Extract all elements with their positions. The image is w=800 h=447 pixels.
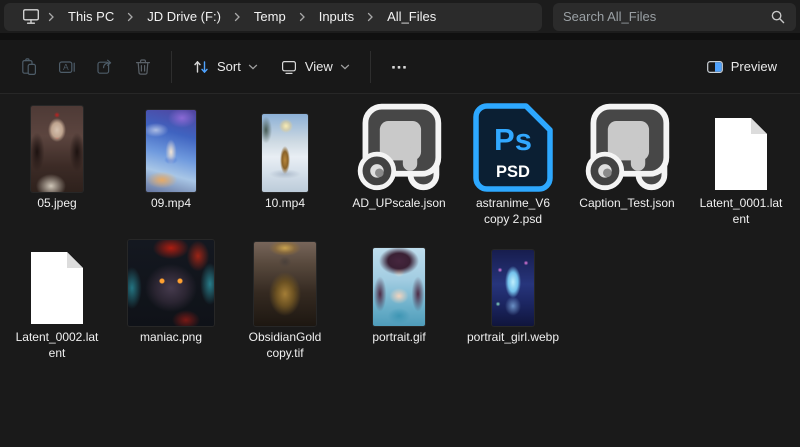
- monitor-icon: [22, 8, 40, 25]
- chevron-down-icon: [340, 64, 350, 70]
- image-thumbnail: [254, 242, 316, 326]
- thumbnail-box: [373, 232, 425, 326]
- thumbnail-box: Ps PSD: [473, 98, 553, 192]
- view-button[interactable]: View: [269, 49, 361, 85]
- breadcrumb-item-this-pc[interactable]: This PC: [57, 6, 125, 27]
- paste-icon: [20, 58, 38, 76]
- thumbnail-box: [262, 98, 308, 192]
- file-name: astranime_V6 copy 2.psd: [473, 195, 553, 227]
- chevron-right-icon: [299, 12, 306, 22]
- image-thumbnail: [373, 248, 425, 326]
- json-app-icon: [579, 98, 675, 192]
- thumbnail-box: [579, 98, 675, 192]
- file-item-09-mp4[interactable]: 09.mp4: [114, 98, 228, 232]
- sort-icon: [192, 58, 210, 76]
- view-icon: [280, 58, 298, 76]
- trash-icon: [134, 58, 152, 76]
- svg-text:PSD: PSD: [496, 163, 530, 181]
- preview-toggle-button[interactable]: Preview: [695, 49, 788, 85]
- command-bar: A: [0, 40, 800, 94]
- chevron-down-icon: [248, 64, 258, 70]
- ellipsis-icon: [390, 58, 408, 76]
- search-input[interactable]: [563, 9, 770, 24]
- file-item-astranime-psd[interactable]: Ps PSD astranime_V6 copy 2.psd: [456, 98, 570, 232]
- share-icon: [96, 58, 114, 76]
- video-thumbnail: [146, 110, 196, 192]
- file-item-ad-upscale-json[interactable]: AD_UPscale.json: [342, 98, 456, 232]
- chevron-right-icon: [48, 12, 55, 22]
- chevron-right-icon: [127, 12, 134, 22]
- breadcrumb-item-temp[interactable]: Temp: [243, 6, 297, 27]
- preview-pane-icon: [706, 58, 724, 76]
- file-row: 05.jpeg 09.mp4 10.mp4: [0, 98, 800, 232]
- thumbnail-box: [254, 232, 316, 326]
- file-item-05-jpeg[interactable]: 05.jpeg: [0, 98, 114, 232]
- file-name: maniac.png: [140, 329, 202, 345]
- sort-button[interactable]: Sort: [181, 49, 269, 85]
- file-row: Latent_0002.latent maniac.png ObsidianGo…: [0, 232, 800, 366]
- thumbnail-box: [712, 98, 770, 192]
- image-thumbnail: [492, 250, 534, 326]
- breadcrumb: This PC JD Drive (F:) Temp Inputs All_Fi…: [4, 3, 542, 31]
- file-name: 05.jpeg: [37, 195, 76, 211]
- thumbnail-box: [351, 98, 447, 192]
- file-name: 09.mp4: [151, 195, 191, 211]
- svg-text:Ps: Ps: [494, 122, 532, 157]
- file-name: 10.mp4: [265, 195, 305, 211]
- thumbnail-box: [31, 98, 83, 192]
- file-name: ObsidianGold copy.tif: [240, 329, 330, 361]
- thumbnail-box: [128, 232, 214, 326]
- photoshop-psd-icon: Ps PSD: [473, 103, 553, 192]
- image-thumbnail: [31, 106, 83, 192]
- file-name: AD_UPscale.json: [352, 195, 445, 211]
- breadcrumb-item-all-files[interactable]: All_Files: [376, 6, 447, 27]
- file-item-obsidiangold-tif[interactable]: ObsidianGold copy.tif: [228, 232, 342, 366]
- file-item-caption-test-json[interactable]: Caption_Test.json: [570, 98, 684, 232]
- rename-button[interactable]: A: [48, 49, 86, 85]
- chevron-right-icon: [234, 12, 241, 22]
- blank-document-icon: [712, 116, 770, 192]
- svg-text:A: A: [63, 62, 69, 72]
- json-app-icon: [351, 98, 447, 192]
- thumbnail-box: [28, 232, 86, 326]
- file-name: Latent_0001.latent: [697, 195, 785, 227]
- sort-label: Sort: [217, 59, 241, 74]
- toolbar-divider: [171, 51, 172, 83]
- file-item-maniac-png[interactable]: maniac.png: [114, 232, 228, 366]
- image-thumbnail: [128, 240, 214, 326]
- video-thumbnail: [262, 114, 308, 192]
- file-item-latent-0001[interactable]: Latent_0001.latent: [684, 98, 798, 232]
- window-seam: [0, 33, 800, 40]
- file-name: Caption_Test.json: [579, 195, 674, 211]
- thumbnail-box: [492, 232, 534, 326]
- view-label: View: [305, 59, 333, 74]
- address-toolbar: This PC JD Drive (F:) Temp Inputs All_Fi…: [0, 0, 800, 33]
- file-list: 05.jpeg 09.mp4 10.mp4: [0, 94, 800, 366]
- breadcrumb-item-inputs[interactable]: Inputs: [308, 6, 365, 27]
- share-button[interactable]: [86, 49, 124, 85]
- file-name: portrait.gif: [372, 329, 425, 345]
- file-name: Latent_0002.latent: [13, 329, 101, 361]
- file-name: portrait_girl.webp: [467, 329, 559, 345]
- file-item-latent-0002[interactable]: Latent_0002.latent: [0, 232, 114, 366]
- thumbnail-box: [146, 98, 196, 192]
- preview-label: Preview: [731, 59, 777, 74]
- file-item-portrait-girl-webp[interactable]: portrait_girl.webp: [456, 232, 570, 366]
- blank-document-icon: [28, 250, 86, 326]
- breadcrumb-item-jd-drive[interactable]: JD Drive (F:): [136, 6, 232, 27]
- rename-icon: A: [58, 58, 76, 76]
- search-box: [553, 3, 796, 31]
- delete-button[interactable]: [124, 49, 162, 85]
- chevron-right-icon: [367, 12, 374, 22]
- file-item-portrait-gif[interactable]: portrait.gif: [342, 232, 456, 366]
- search-icon[interactable]: [770, 9, 786, 25]
- file-item-10-mp4[interactable]: 10.mp4: [228, 98, 342, 232]
- toolbar-divider: [370, 51, 371, 83]
- more-options-button[interactable]: [380, 49, 418, 85]
- paste-button[interactable]: [10, 49, 48, 85]
